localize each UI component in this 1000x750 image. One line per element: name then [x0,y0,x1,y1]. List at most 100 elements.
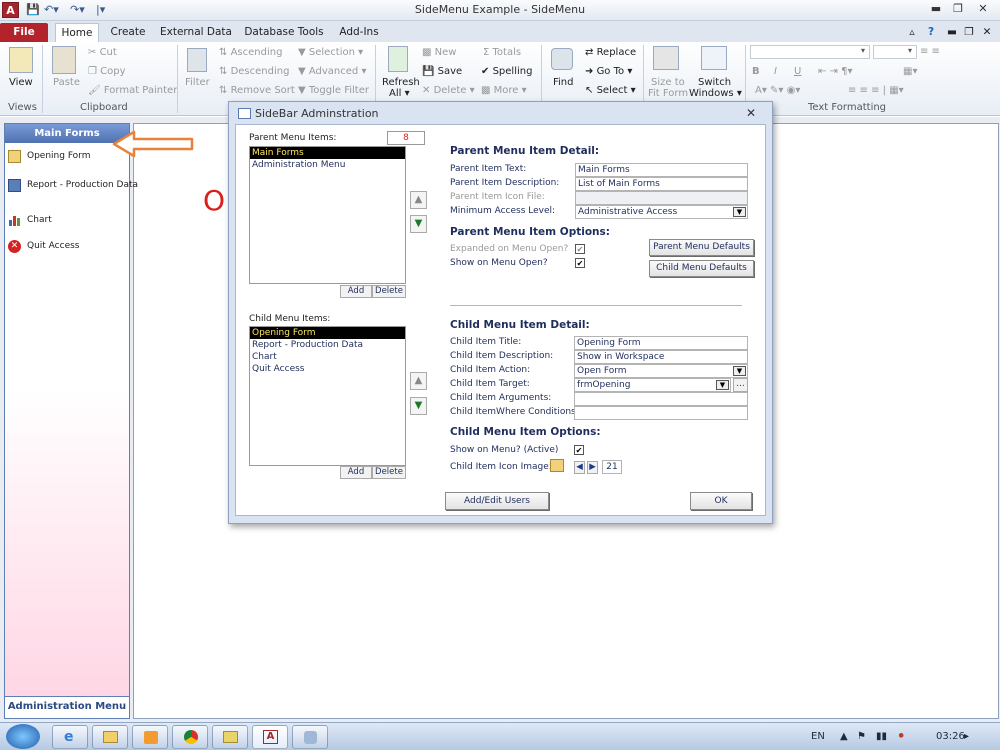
replace-button[interactable]: ⇄ Replace [585,47,636,58]
help-icon[interactable]: ? [923,23,939,42]
new-record-button[interactable]: ▩ New [422,47,456,58]
child-item-arguments-field[interactable] [574,392,748,406]
chevron-down-icon[interactable]: ▼ [733,207,746,217]
list-item[interactable]: Quit Access [250,363,405,375]
child-item-action-select[interactable]: Open Form ▼ [574,364,748,378]
child-move-up-icon[interactable]: ▲ [410,372,427,390]
browse-target-button[interactable]: … [733,378,748,392]
media-player-icon[interactable] [132,725,168,749]
copy-button[interactable]: ❐ Copy [88,66,126,77]
icon-previous-icon[interactable]: ◀ [574,461,585,474]
tab-create[interactable]: Create [108,23,148,42]
expanded-on-menu-open-checkbox[interactable]: ✔ [575,244,585,254]
show-desktop-icon[interactable]: ▸ [964,731,969,742]
tab-file[interactable]: File [0,23,48,42]
tab-home[interactable]: Home [55,23,99,42]
bold-button[interactable]: B [752,66,760,77]
switch-windows-button[interactable]: Switch [698,77,731,88]
minimum-access-level-select[interactable]: Administrative Access ▼ [575,205,748,219]
tab-database-tools[interactable]: Database Tools [244,23,324,42]
side-menu-item-quit[interactable]: ✕ Quit Access [8,240,128,254]
goto-button[interactable]: ➜ Go To ▾ [585,66,632,77]
ok-button[interactable]: OK [690,492,752,510]
clock[interactable]: 03:26 [936,731,965,742]
add-edit-users-button[interactable]: Add/Edit Users [445,492,549,510]
side-menu-header[interactable]: Main Forms [5,124,129,143]
spelling-button[interactable]: ✔ Spelling [481,66,532,77]
font-name-select[interactable]: ▾ [750,45,870,59]
selection-button[interactable]: ▼ Selection ▾ [298,47,363,58]
parent-menu-listbox[interactable]: Main Forms Administration Menu [249,146,406,284]
select-button[interactable]: ↖ Select ▾ [585,85,636,96]
restore-icon[interactable]: ❐ [947,2,969,18]
tab-external-data[interactable]: External Data [160,23,232,42]
font-size-select[interactable]: ▾ [873,45,917,59]
delete-record-button[interactable]: ✕ Delete ▾ [422,85,475,96]
icon-index-field[interactable]: 21 [602,460,622,474]
side-menu-item-opening-form[interactable]: Opening Form [8,150,128,164]
binoculars-icon[interactable] [551,48,573,70]
close-icon[interactable]: ✕ [972,2,994,18]
side-menu-item-report[interactable]: Report - Production Data [8,179,138,203]
tab-add-ins[interactable]: Add-Ins [336,23,382,42]
find-button[interactable]: Find [553,77,574,88]
doc-close-icon[interactable]: ✕ [980,23,994,42]
parent-add-button[interactable]: Add [340,285,372,298]
format-painter-button[interactable]: 🖌 Format Painter [88,85,177,96]
filter-icon[interactable] [187,48,207,72]
parent-delete-button[interactable]: Delete [372,285,406,298]
refresh-all-button[interactable]: All ▾ [389,88,410,99]
remove-sort-button[interactable]: ⇅ Remove Sort [219,85,295,96]
advanced-button[interactable]: ▼ Advanced ▾ [298,66,366,77]
list-icons[interactable]: ≡ ≡ [920,46,940,57]
child-menu-listbox[interactable]: Opening Form Report - Production Data Ch… [249,326,406,466]
parent-item-description-field[interactable]: List of Main Forms [575,177,748,191]
child-item-where-field[interactable] [574,406,748,420]
show-on-menu-open-checkbox[interactable]: ✔ [575,258,585,268]
network-icon[interactable]: ▮▮ [876,731,887,742]
list-item[interactable]: Chart [250,351,405,363]
size-to-fit-button[interactable]: Size to [651,77,685,88]
parent-item-icon-file-field[interactable] [575,191,748,205]
ie-icon[interactable]: e [52,725,88,749]
icon-next-icon[interactable]: ▶ [587,461,598,474]
align-icons[interactable]: ≡ ≡ ≡ | ▦▾ [848,85,904,96]
start-button[interactable] [6,724,40,749]
underline-button[interactable]: U [794,66,801,77]
minimize-icon[interactable]: ▬ [925,2,947,18]
paste-icon[interactable] [52,46,76,74]
view-button[interactable]: View [9,77,33,88]
language-indicator[interactable]: EN [811,731,825,742]
doc-restore-icon[interactable]: ❐ [962,23,976,42]
list-item[interactable]: Report - Production Data [250,339,405,351]
switch-windows-icon[interactable] [701,46,727,70]
access-taskbar-icon[interactable]: A [252,725,288,749]
control-panel-icon[interactable] [292,725,328,749]
descending-button[interactable]: ⇅ Descending [219,66,289,77]
view-icon[interactable] [9,47,33,73]
list-item[interactable]: Administration Menu [250,159,405,171]
child-delete-button[interactable]: Delete [372,466,406,479]
chrome-icon[interactable] [172,725,208,749]
parent-move-down-icon[interactable]: ▼ [410,215,427,233]
toggle-filter-button[interactable]: ▼ Toggle Filter [298,85,369,96]
parent-item-text-field[interactable]: Main Forms [575,163,748,177]
volume-icon[interactable]: ⚫ [897,731,905,742]
ascending-button[interactable]: ⇅ Ascending [219,47,282,58]
gridlines-icon[interactable]: ▦▾ [903,66,917,77]
list-item[interactable]: Main Forms [250,147,405,159]
indent-icon[interactable]: ⇤ ⇥ ¶▾ [818,66,853,77]
folder-icon[interactable] [212,725,248,749]
explorer-icon[interactable] [92,725,128,749]
cut-button[interactable]: ✂ Cut [88,47,117,58]
child-add-button[interactable]: Add [340,466,372,479]
side-menu-item-chart[interactable]: Chart [8,214,128,228]
font-color-icon[interactable]: A▾ ✎▾ ◉▾ [755,85,800,96]
more-button[interactable]: ▩ More ▾ [481,85,527,96]
child-item-description-field[interactable]: Show in Workspace [574,350,748,364]
chevron-down-icon[interactable]: ▼ [716,380,729,390]
parent-move-up-icon[interactable]: ▲ [410,191,427,209]
italic-button[interactable]: I [774,66,777,77]
size-to-fit-icon[interactable] [653,46,679,70]
filter-button[interactable]: Filter [185,77,210,88]
